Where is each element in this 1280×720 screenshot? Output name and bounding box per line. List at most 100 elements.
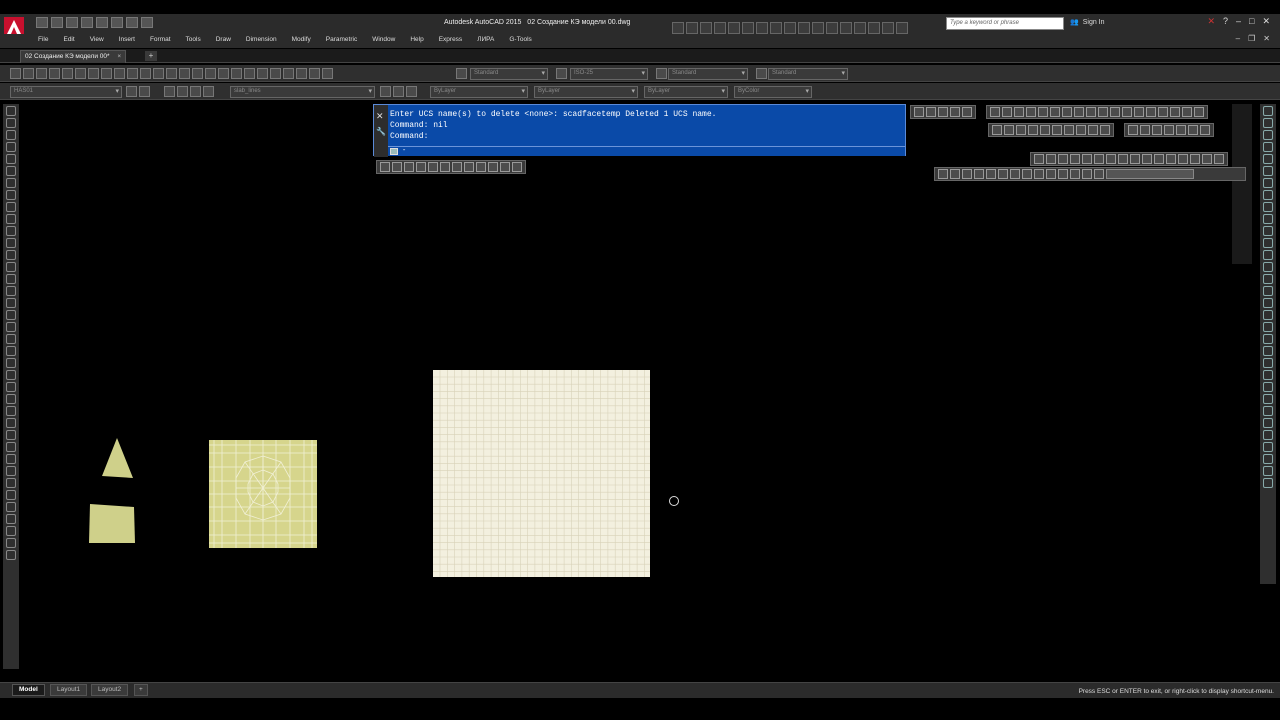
tool-icon[interactable] xyxy=(476,162,486,172)
visual-style-dropdown[interactable] xyxy=(1106,169,1194,179)
copy-icon[interactable] xyxy=(114,68,125,79)
minimize-icon[interactable]: – xyxy=(1236,16,1241,27)
draw-tool-icon[interactable] xyxy=(6,358,16,368)
zoom-realtime-icon[interactable] xyxy=(205,68,216,79)
command-prompt-icon[interactable] xyxy=(390,148,398,155)
table-style-dropdown[interactable]: Standard xyxy=(668,68,748,80)
draw-tool-icon[interactable] xyxy=(6,526,16,536)
draw-tool-icon[interactable] xyxy=(6,430,16,440)
tool-icon[interactable] xyxy=(1026,107,1036,117)
menu-item[interactable]: Express xyxy=(439,36,462,43)
tool-icon[interactable] xyxy=(1086,107,1096,117)
draw-tool-icon[interactable] xyxy=(6,370,16,380)
tool-icon[interactable] xyxy=(1094,154,1104,164)
redo-icon[interactable] xyxy=(179,68,190,79)
draw-tool-icon[interactable] xyxy=(6,238,16,248)
draw-tool-icon[interactable] xyxy=(6,226,16,236)
modify-tool-icon[interactable] xyxy=(1263,142,1273,152)
draw-tool-icon[interactable] xyxy=(6,130,16,140)
menu-item[interactable]: Tools xyxy=(186,36,201,43)
tool-icon[interactable] xyxy=(1140,125,1150,135)
modify-tool-icon[interactable] xyxy=(1263,406,1273,416)
draw-tool-icon[interactable] xyxy=(6,202,16,212)
tool-icon[interactable] xyxy=(1046,154,1056,164)
draw-tool-icon[interactable] xyxy=(6,382,16,392)
tool-icon[interactable] xyxy=(1034,154,1044,164)
menu-item[interactable]: Insert xyxy=(119,36,135,43)
modify-tool-icon[interactable] xyxy=(1263,394,1273,404)
draw-tool-icon[interactable] xyxy=(6,550,16,560)
tool-icon[interactable] xyxy=(1122,107,1132,117)
tab-layout1[interactable]: Layout1 xyxy=(50,684,88,696)
layer-previous-icon[interactable] xyxy=(164,86,175,97)
quickcalc-icon[interactable] xyxy=(309,68,320,79)
tool-icon[interactable] xyxy=(896,22,908,34)
zoom-previous-icon[interactable] xyxy=(231,68,242,79)
tool-icon[interactable] xyxy=(950,107,960,117)
tool-icon[interactable] xyxy=(380,162,390,172)
menu-item[interactable]: Parametric xyxy=(326,36,357,43)
tool-icon[interactable] xyxy=(1202,154,1212,164)
tool-icon[interactable] xyxy=(440,162,450,172)
modify-tool-icon[interactable] xyxy=(1263,322,1273,332)
help-icon[interactable] xyxy=(322,68,333,79)
tool-icon[interactable] xyxy=(700,22,712,34)
tool-icon[interactable] xyxy=(500,162,510,172)
undo-icon[interactable] xyxy=(111,17,123,28)
tool-icon[interactable] xyxy=(1178,154,1188,164)
tool-icon[interactable] xyxy=(1214,154,1224,164)
redo-icon[interactable] xyxy=(126,17,138,28)
modify-tool-icon[interactable] xyxy=(1263,250,1273,260)
tool-icon[interactable] xyxy=(1070,169,1080,179)
modify-tool-icon[interactable] xyxy=(1263,466,1273,476)
save-icon[interactable] xyxy=(36,68,47,79)
tool-icon[interactable] xyxy=(974,169,984,179)
layer-previous2-icon[interactable] xyxy=(406,86,417,97)
tool-icon[interactable] xyxy=(868,22,880,34)
dim-style-dropdown[interactable]: ISO-25 xyxy=(570,68,648,80)
layer-filter-dropdown[interactable]: slab_lines xyxy=(230,86,375,98)
draw-tool-icon[interactable] xyxy=(6,478,16,488)
menu-item[interactable]: Format xyxy=(150,36,171,43)
menu-item[interactable]: Help xyxy=(410,36,423,43)
open-icon[interactable] xyxy=(51,17,63,28)
draw-tool-icon[interactable] xyxy=(6,178,16,188)
modify-tool-icon[interactable] xyxy=(1263,442,1273,452)
modify-tool-icon[interactable] xyxy=(1263,118,1273,128)
draw-tool-icon[interactable] xyxy=(6,406,16,416)
command-input[interactable]: - xyxy=(388,146,905,156)
command-window[interactable]: ✕ 🔧 Enter UCS name(s) to delete <none>: … xyxy=(373,104,906,157)
color-dropdown[interactable]: ByLayer xyxy=(430,86,528,98)
make-current-icon[interactable] xyxy=(380,86,391,97)
draw-tool-icon[interactable] xyxy=(6,502,16,512)
tool-icon[interactable] xyxy=(914,107,924,117)
markup-icon[interactable] xyxy=(296,68,307,79)
tab-close-icon[interactable]: × xyxy=(117,53,121,60)
tool-icon[interactable] xyxy=(1038,107,1048,117)
tool-icon[interactable] xyxy=(1082,154,1092,164)
drawing-canvas[interactable] xyxy=(22,104,1232,680)
tool-icon[interactable] xyxy=(1040,125,1050,135)
tool-icon[interactable] xyxy=(672,22,684,34)
draw-tool-icon[interactable] xyxy=(6,190,16,200)
menu-item[interactable]: File xyxy=(38,36,48,43)
exchange-icon[interactable]: ✕ xyxy=(1207,16,1215,27)
plot-icon[interactable] xyxy=(49,68,60,79)
3d-dwf-icon[interactable] xyxy=(88,68,99,79)
tool-icon[interactable] xyxy=(798,22,810,34)
draw-tool-icon[interactable] xyxy=(6,250,16,260)
tool-icon[interactable] xyxy=(1034,169,1044,179)
draw-tool-icon[interactable] xyxy=(6,322,16,332)
tool-icon[interactable] xyxy=(840,22,852,34)
tool-icon[interactable] xyxy=(1188,125,1198,135)
new-tab-button[interactable]: + xyxy=(145,51,157,61)
modify-tool-icon[interactable] xyxy=(1263,262,1273,272)
tool-icon[interactable] xyxy=(488,162,498,172)
draw-tool-icon[interactable] xyxy=(6,214,16,224)
tool-icon[interactable] xyxy=(1004,125,1014,135)
menu-item[interactable]: View xyxy=(90,36,104,43)
layer-state-icon[interactable] xyxy=(139,86,150,97)
tool-icon[interactable] xyxy=(1170,107,1180,117)
tool-icon[interactable] xyxy=(1070,154,1080,164)
doc-minimize-icon[interactable]: – xyxy=(1236,34,1240,43)
